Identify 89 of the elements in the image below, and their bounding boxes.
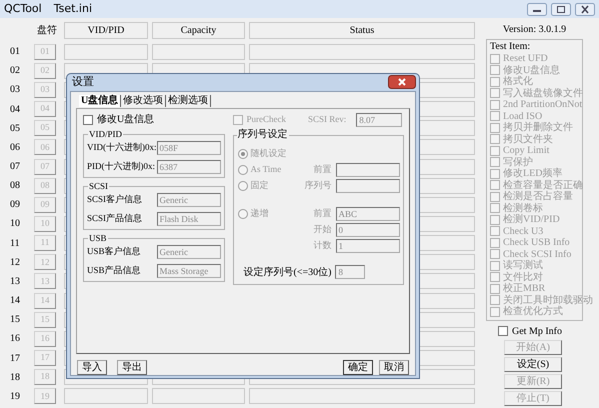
field-label: 前置 (314, 162, 332, 176)
field-label: SCSI客户信息 (87, 192, 142, 206)
row-number: 17 (10, 352, 21, 366)
test-item-label: 2nd PartitionOnNot (503, 99, 582, 110)
checkbox[interactable] (83, 114, 93, 124)
column-header: VID/PID (64, 22, 148, 39)
test-item-label: 修改LED频率 (503, 168, 562, 180)
row-number: 04 (10, 102, 21, 117)
row-number: 18 (10, 370, 21, 385)
row-number: 06 (10, 140, 21, 155)
field-label: 前置 (314, 206, 332, 220)
radio-label: 固定 (250, 178, 268, 192)
row-number: 07 (10, 160, 21, 174)
minimize-icon[interactable] (527, 2, 547, 16)
dialog-button[interactable]: 确定 (343, 360, 373, 374)
row-number: 09 (10, 198, 21, 212)
dialog-button[interactable]: 导出 (117, 360, 147, 374)
test-item-label: 写保护 (503, 156, 533, 168)
tab[interactable]: U盘信息 (79, 95, 122, 107)
tab[interactable]: 检测选项 (166, 95, 212, 107)
test-item-label: 检测VID/PID (503, 214, 560, 226)
test-item-label: 格式化 (503, 76, 533, 88)
field-label: SCSI产品信息 (87, 212, 142, 225)
test-item-label: 检测是否占容量 (503, 191, 573, 202)
field-label: 序列号 (304, 178, 332, 192)
row-number: 11 (10, 236, 21, 251)
action-button[interactable]: 设定(S) (504, 357, 562, 372)
field-label: VID(十六进制)0x: (87, 140, 156, 154)
radio-label: 递增 (250, 206, 268, 220)
row-number: 14 (10, 294, 21, 308)
field-label: USB客户信息 (87, 244, 141, 258)
row-number: 01 (10, 45, 21, 60)
test-item-label: 读写测试 (503, 260, 543, 272)
test-item-label: Check USB Info (503, 237, 570, 248)
test-item-label: 文件比对 (503, 272, 543, 283)
row-number: 10 (10, 217, 21, 232)
maximize-icon[interactable] (551, 2, 571, 16)
field-label: 计数 (314, 238, 332, 252)
group-title: 序列号设定 (236, 128, 288, 140)
radio-label: 随机设定 (250, 146, 286, 160)
field-label: PID(十六进制)0x: (87, 160, 155, 173)
close-icon[interactable] (388, 75, 416, 90)
radio-label: As Time (250, 162, 282, 176)
test-item-label: Check U3 (503, 226, 544, 237)
column-header: Status (249, 22, 475, 39)
row-number: 13 (10, 274, 21, 289)
field-label: 设定序列号(<=30位) (244, 266, 332, 280)
test-item-label: 写入磁盘镜像文件 (503, 88, 583, 99)
field-label: SCSI Rev: (308, 112, 346, 126)
checkbox[interactable] (498, 326, 508, 336)
version-label: Version: 3.0.1.9 (502, 24, 568, 36)
column-header: 盘符 (36, 24, 58, 38)
test-item-label: Check SCSI Info (503, 248, 572, 260)
row-number: 19 (10, 390, 21, 404)
checkbox-label: PureCheck (246, 112, 286, 126)
test-item-label: Copy Limit (503, 145, 550, 156)
dialog-button[interactable]: 导入 (77, 360, 107, 374)
checkbox-label: Get Mp Info (512, 324, 562, 338)
test-item-label: 校正MBR (503, 283, 546, 294)
checkbox-label: 修改U盘信息 (97, 112, 154, 127)
test-item-label: 拷贝并删除文件 (503, 122, 573, 134)
test-item-label: Load ISO (503, 110, 542, 122)
group-title: Test Item: (490, 41, 532, 53)
test-item-label: Reset UFD (503, 53, 548, 64)
row-number: 16 (10, 332, 21, 346)
test-item-label: 修改U盘信息 (503, 64, 560, 76)
row-number: 08 (10, 179, 21, 194)
test-item-label: 检测卷标 (503, 202, 543, 214)
test-item-label: 拷贝文件夹 (503, 134, 553, 145)
input-field[interactable] (336, 178, 400, 192)
window-title: QCTool (4, 0, 42, 17)
dialog-button[interactable]: 取消 (379, 360, 409, 374)
row-number: 05 (10, 122, 21, 136)
row-number: 03 (10, 83, 21, 98)
row-number: 15 (10, 313, 21, 328)
input-field[interactable]: 8.07 (356, 112, 402, 126)
file-name: Tset.ini (54, 0, 92, 17)
close-icon[interactable] (575, 2, 595, 16)
column-header: Capacity (152, 22, 245, 39)
test-item-label: 检查容量是否正确 (503, 180, 583, 191)
test-item-label: 关闭工具时卸载驱动 (503, 294, 593, 306)
dialog-title: 设置 (72, 75, 94, 90)
input-field[interactable] (336, 162, 400, 176)
field-label: USB产品信息 (87, 264, 141, 277)
row-number: 12 (10, 256, 21, 270)
row-number: 02 (10, 64, 21, 78)
field-label: 开始 (314, 222, 332, 236)
test-item-label: 检查优化方式 (503, 306, 563, 318)
tab[interactable]: 修改选项 (121, 95, 166, 107)
